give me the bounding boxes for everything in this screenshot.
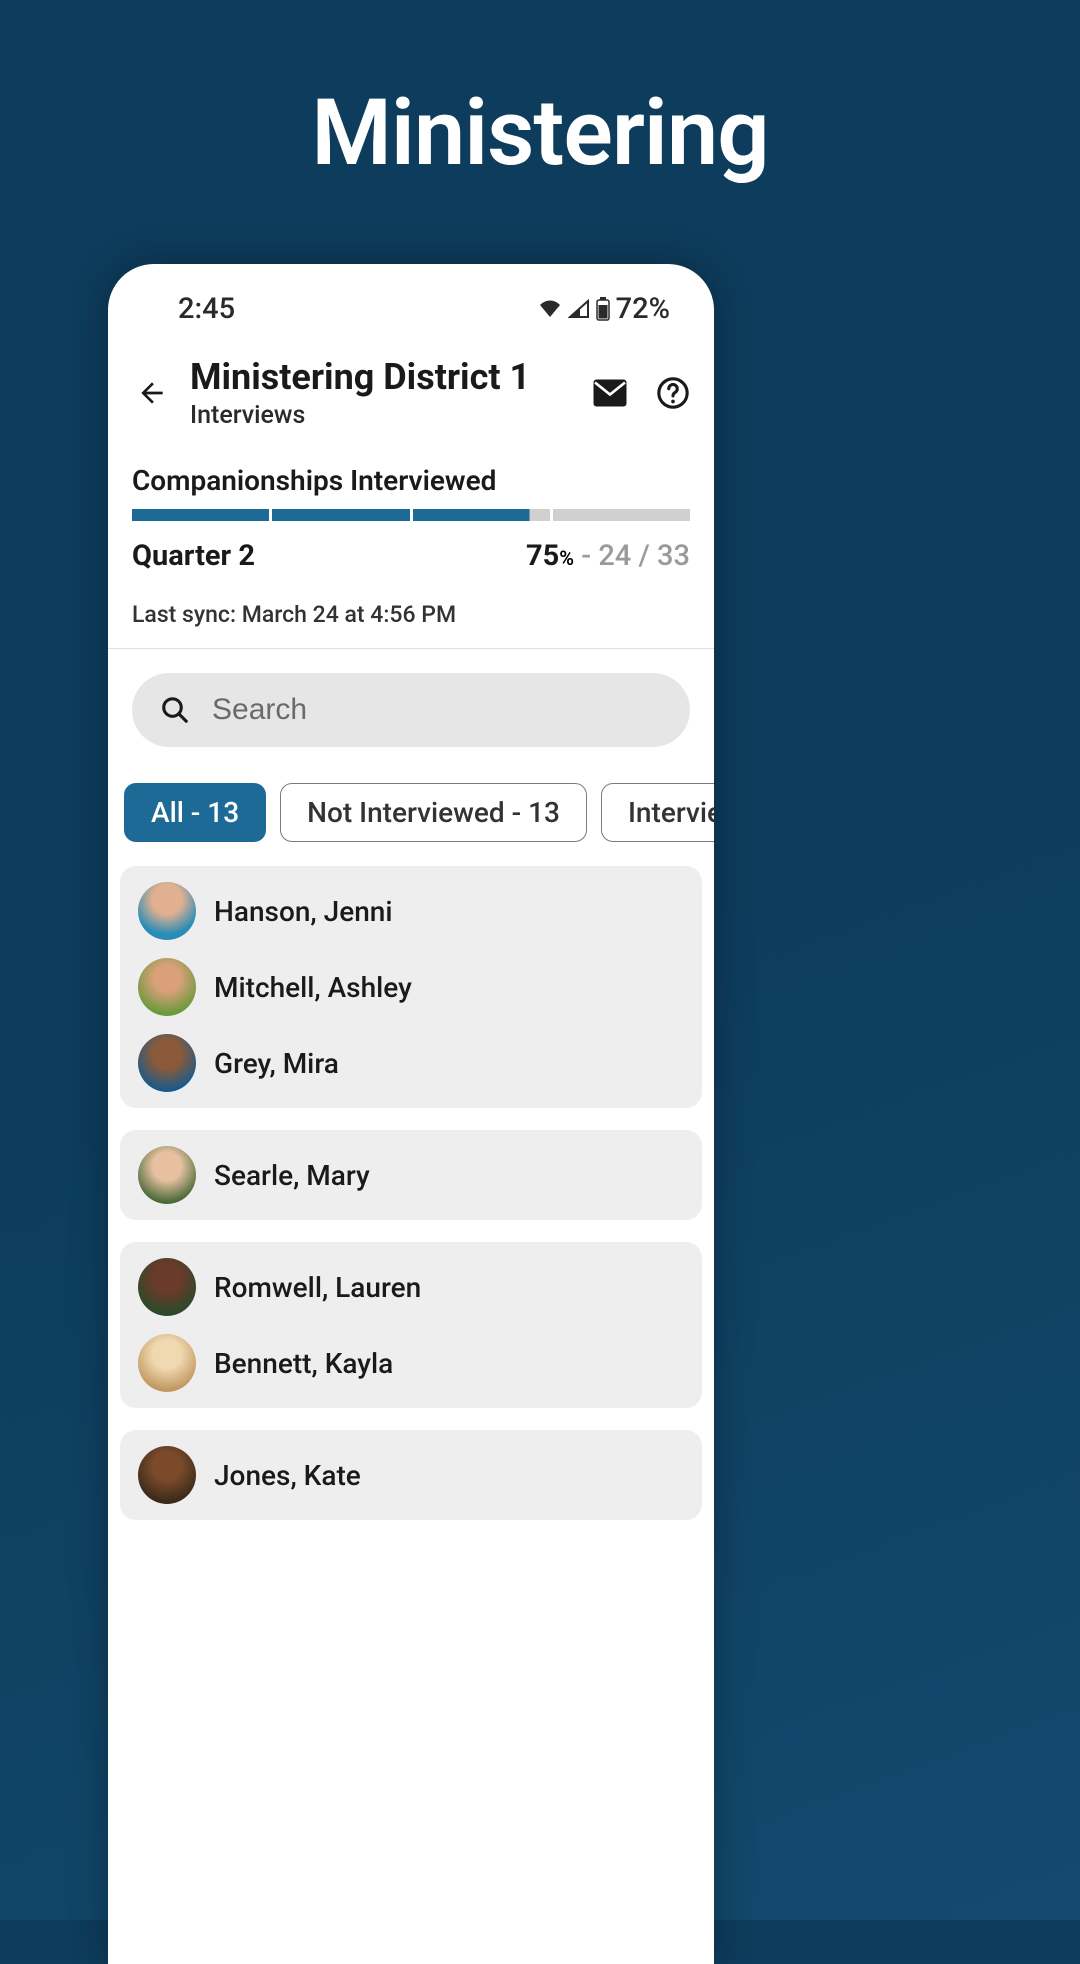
progress-segment (132, 509, 269, 521)
mail-icon[interactable] (592, 378, 628, 408)
last-sync-label: Last sync: March 24 at 4:56 PM (108, 573, 714, 649)
progress-divider: / (631, 539, 657, 573)
app-header: Ministering District 1 Interviews (108, 336, 714, 440)
status-battery-pct: 72% (616, 292, 670, 326)
person-row[interactable]: Bennett, Kayla (138, 1334, 684, 1392)
progress-section-label: Companionships Interviewed (108, 440, 714, 509)
avatar (138, 1146, 196, 1204)
person-name: Jones, Kate (214, 1459, 361, 1492)
companionship-card[interactable]: Jones, Kate (120, 1430, 702, 1520)
search-container (108, 649, 714, 747)
header-subtitle: Interviews (190, 401, 574, 430)
person-row[interactable]: Mitchell, Ashley (138, 958, 684, 1016)
header-actions (592, 376, 690, 410)
avatar (138, 1034, 196, 1092)
help-icon[interactable] (656, 376, 690, 410)
header-title: Ministering District 1 (190, 356, 574, 399)
status-right: 72% (538, 292, 670, 326)
person-name: Mitchell, Ashley (214, 971, 412, 1004)
progress-count-sep: - (574, 539, 598, 573)
wifi-icon (538, 299, 562, 319)
search-icon (160, 695, 190, 725)
person-row[interactable]: Romwell, Lauren (138, 1258, 684, 1316)
person-name: Searle, Mary (214, 1159, 370, 1192)
filter-chip[interactable]: All - 13 (124, 783, 266, 842)
progress-segment (272, 509, 409, 521)
progress-segment (413, 509, 550, 521)
person-name: Bennett, Kayla (214, 1347, 393, 1380)
companionship-card[interactable]: Romwell, Lauren Bennett, Kayla (120, 1242, 702, 1408)
companionship-card[interactable]: Searle, Mary (120, 1130, 702, 1220)
battery-icon (596, 297, 610, 321)
progress-readout: 75% - 24 / 33 (526, 539, 690, 573)
avatar (138, 882, 196, 940)
search-input[interactable] (212, 693, 662, 727)
progress-bar (132, 509, 690, 521)
progress-percent: 75 (526, 539, 559, 573)
phone-frame: 2:45 72% Ministering District 1 Intervie… (108, 264, 714, 1964)
person-row[interactable]: Searle, Mary (138, 1146, 684, 1204)
filter-chips: All - 13Not Interviewed - 13Interviewed (108, 747, 714, 866)
progress-done: 24 (598, 539, 631, 573)
page-title: Ministering (0, 0, 1080, 187)
person-row[interactable]: Jones, Kate (138, 1446, 684, 1504)
filter-chip[interactable]: Not Interviewed - 13 (280, 783, 587, 842)
avatar (138, 1334, 196, 1392)
progress-stats: Quarter 2 75% - 24 / 33 (108, 521, 714, 573)
header-titles: Ministering District 1 Interviews (190, 356, 574, 430)
progress-percent-unit: % (559, 546, 574, 570)
progress-segment (553, 509, 690, 521)
search-box[interactable] (132, 673, 690, 747)
avatar (138, 1258, 196, 1316)
progress-total: 33 (657, 539, 690, 573)
status-time: 2:45 (178, 292, 235, 326)
person-name: Hanson, Jenni (214, 895, 393, 928)
person-row[interactable]: Grey, Mira (138, 1034, 684, 1092)
companionship-list: Hanson, Jenni Mitchell, Ashley Grey, Mira S… (108, 866, 714, 1520)
status-bar: 2:45 72% (108, 264, 714, 336)
companionship-card[interactable]: Hanson, Jenni Mitchell, Ashley Grey, Mira (120, 866, 702, 1108)
person-name: Romwell, Lauren (214, 1271, 421, 1304)
quarter-label: Quarter 2 (132, 539, 255, 573)
person-name: Grey, Mira (214, 1047, 339, 1080)
avatar (138, 1446, 196, 1504)
back-button[interactable] (132, 373, 172, 413)
signal-icon (568, 299, 590, 319)
person-row[interactable]: Hanson, Jenni (138, 882, 684, 940)
avatar (138, 958, 196, 1016)
filter-chip[interactable]: Interviewed (601, 783, 714, 842)
